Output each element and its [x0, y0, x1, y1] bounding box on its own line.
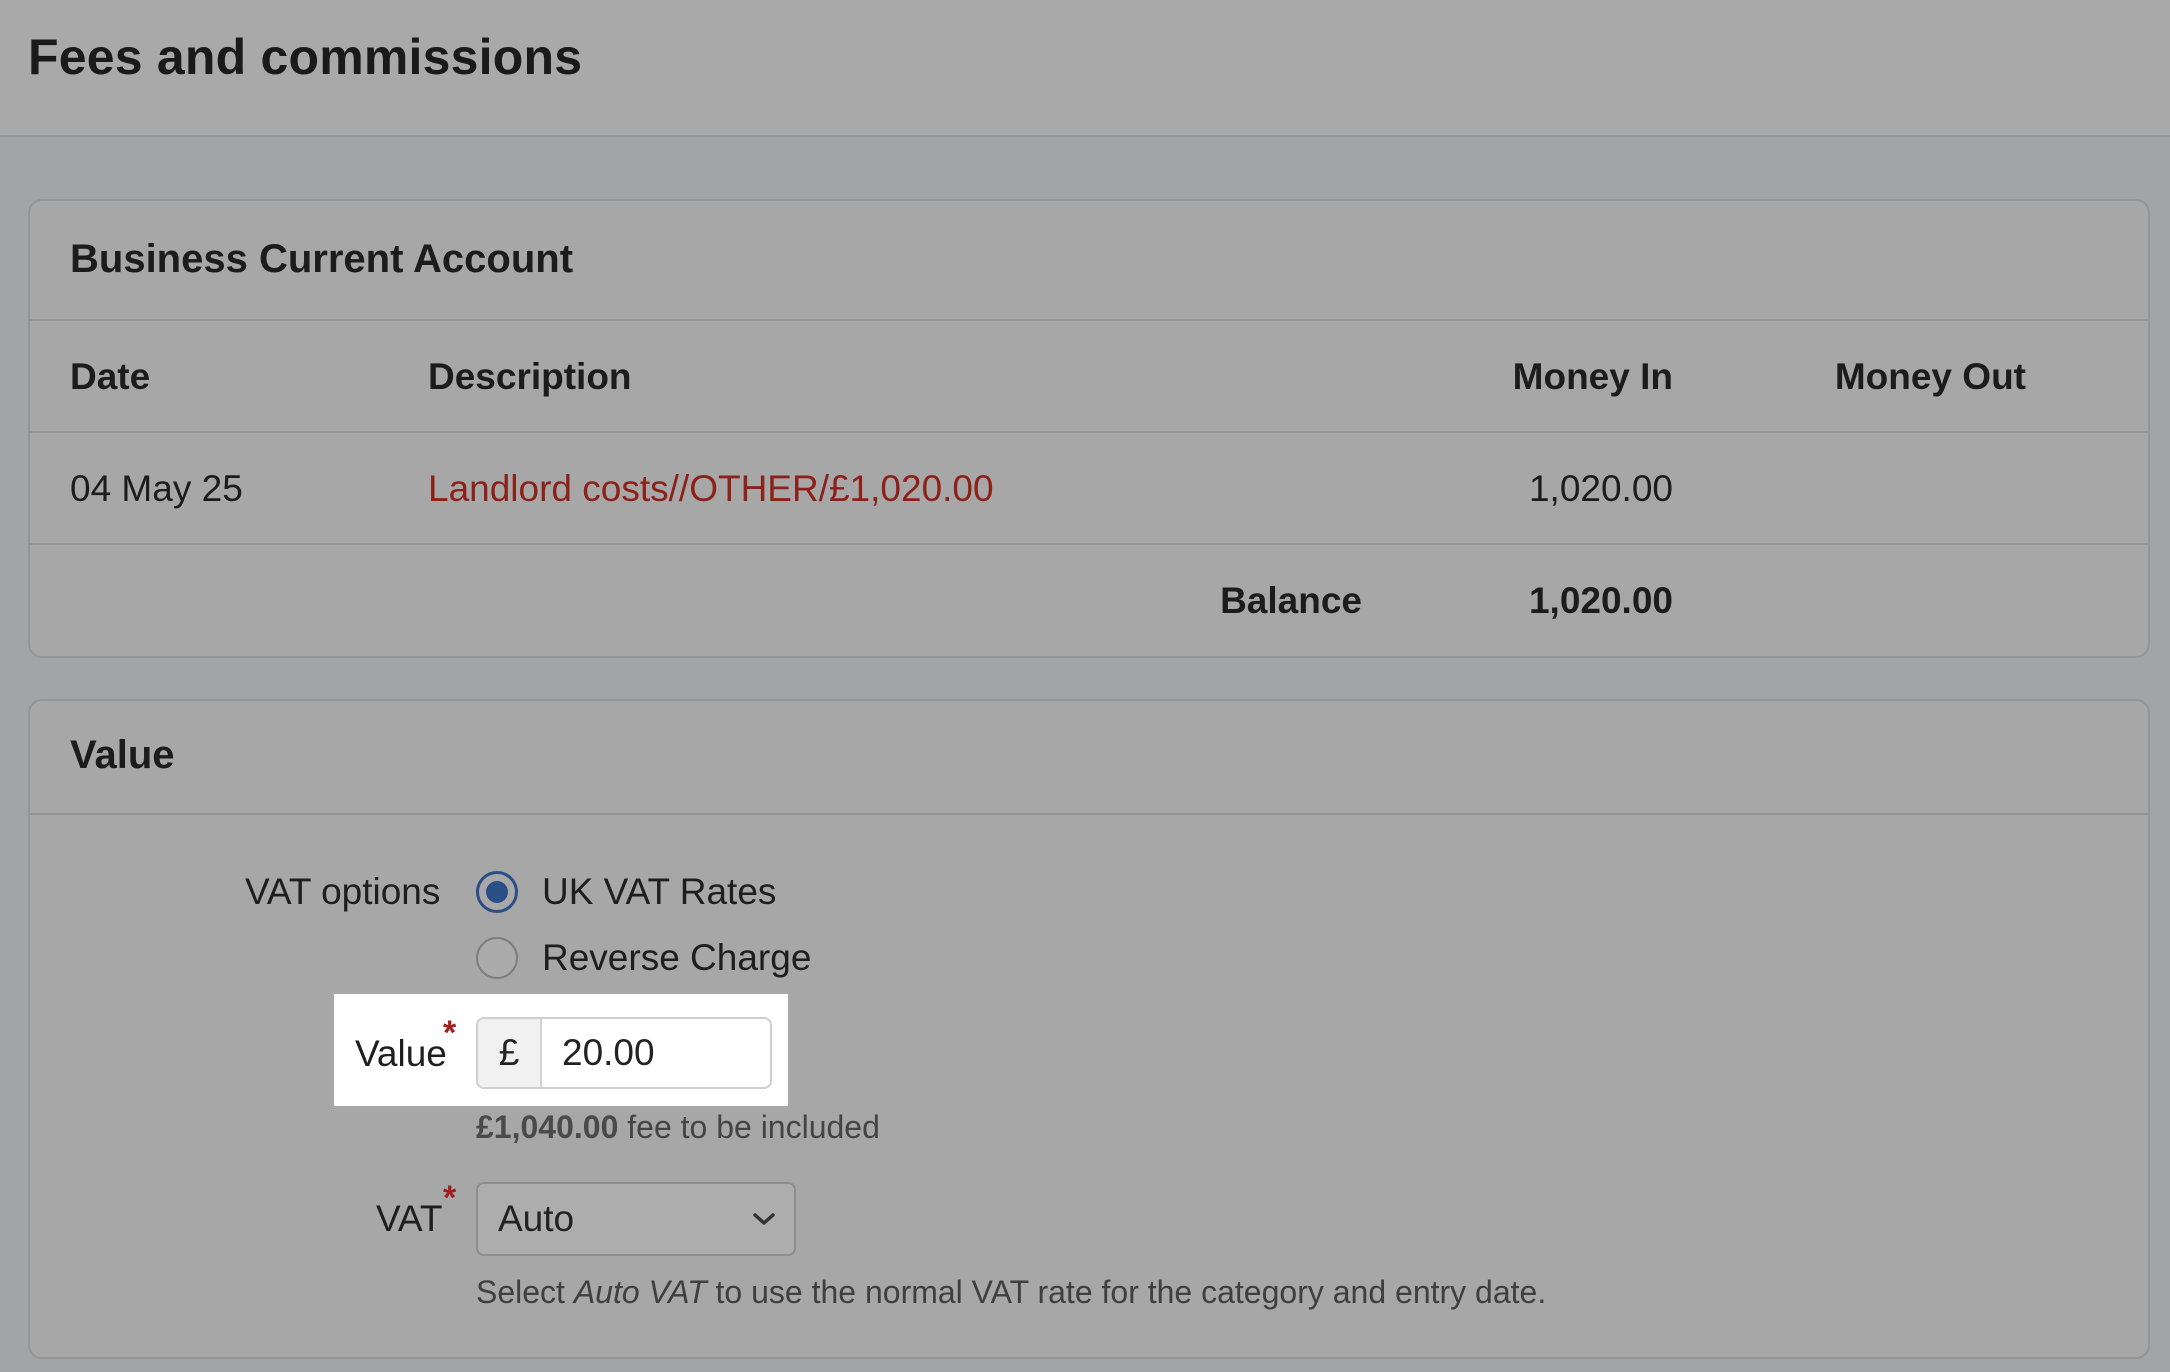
transaction-description-link[interactable]: Landlord costs//OTHER/£1,020.00: [428, 433, 994, 545]
row-date: 04 May 25: [70, 468, 243, 509]
value-input-group: £: [476, 1017, 772, 1089]
account-card: Business Current Account Date Descriptio…: [28, 199, 2150, 658]
vat-options-label: VAT options: [245, 871, 441, 912]
currency-addon: £: [478, 1019, 542, 1087]
balance-label: Balance: [1220, 580, 1362, 621]
account-card-header: Business Current Account: [30, 201, 2148, 321]
value-required-mark: *: [443, 1014, 457, 1052]
radio-reverse-charge-label[interactable]: Reverse Charge: [542, 937, 811, 979]
fee-hint: £1,040.00 fee to be included: [476, 1109, 880, 1146]
radio-reverse-charge[interactable]: [476, 937, 518, 979]
vat-select[interactable]: Auto: [476, 1182, 796, 1256]
vat-label: VAT: [376, 1198, 443, 1239]
row-money-in: 1,020.00: [1528, 468, 1673, 509]
value-card-header: Value: [30, 701, 2148, 815]
chevron-down-icon: [753, 1213, 775, 1225]
fee-hint-amount: £1,040.00: [476, 1109, 619, 1145]
vat-select-value: Auto: [498, 1198, 575, 1239]
page-title: Fees and commissions: [28, 29, 583, 85]
vat-help-text: Select Auto VAT to use the normal VAT ra…: [476, 1274, 1546, 1311]
table-header-row: Date Description Money In Money Out: [30, 321, 2148, 433]
column-header-description: Description: [428, 356, 632, 397]
account-card-title: Business Current Account: [70, 237, 574, 281]
column-header-money-out: Money Out: [1834, 356, 2026, 397]
balance-value: 1,020.00: [1528, 580, 1673, 621]
vat-help-suffix: to use the normal VAT rate for the categ…: [706, 1274, 1547, 1310]
fee-hint-text: fee to be included: [618, 1109, 880, 1145]
vat-help-prefix: Select: [476, 1274, 574, 1310]
column-header-money-in: Money In: [1512, 356, 1673, 397]
value-card-title: Value: [70, 733, 175, 777]
value-label: Value: [355, 1033, 447, 1074]
column-header-date: Date: [70, 356, 151, 397]
value-input[interactable]: [542, 1019, 770, 1087]
radio-uk-vat-rates[interactable]: [476, 871, 518, 913]
page-header: Fees and commissions: [0, 0, 2170, 137]
vat-required-mark: *: [443, 1179, 457, 1217]
vat-help-em: Auto VAT: [573, 1274, 707, 1310]
table-row: 04 May 25 Landlord costs//OTHER/£1,020.0…: [30, 433, 2148, 545]
balance-row: Balance 1,020.00: [30, 545, 2148, 656]
radio-uk-vat-rates-label[interactable]: UK VAT Rates: [542, 871, 776, 913]
